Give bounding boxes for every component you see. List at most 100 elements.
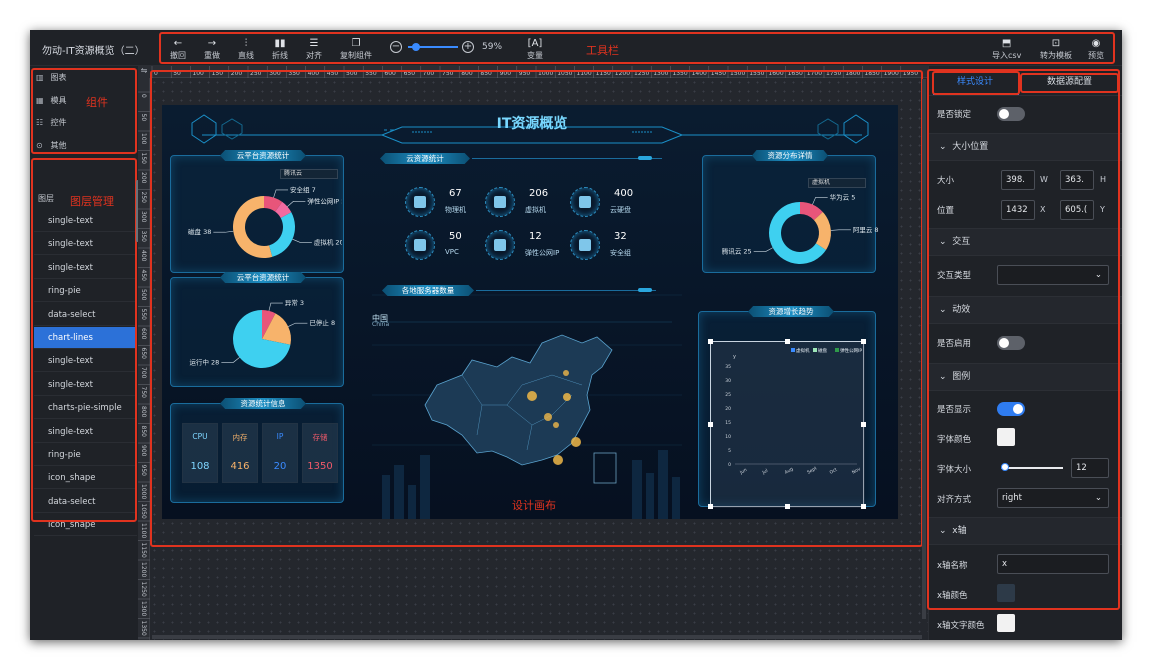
layer-item[interactable]: icon_shape <box>34 467 137 490</box>
align-select[interactable]: right ⌄ <box>997 488 1109 508</box>
y-tick-label: 35 <box>725 364 731 370</box>
info-cell-ip: IP 20 <box>262 423 298 483</box>
ruler-corner-icon[interactable]: ⇋ <box>138 66 150 78</box>
component-chart[interactable]: ▥ 图表 <box>36 72 67 83</box>
font-color-swatch[interactable] <box>997 428 1015 446</box>
layer-item[interactable]: single-text <box>34 350 137 373</box>
show-label: 是否显示 <box>937 405 972 415</box>
layer-item[interactable]: chart-lines <box>34 327 137 349</box>
app-title: 勿动-IT资源概览（二） <box>42 46 145 57</box>
stat-label: 安全组 <box>610 249 631 257</box>
simple-pie-chart: 异常 3 已停止 8 运行中 28 <box>189 298 335 368</box>
ruler-tick-label: 100 <box>192 70 204 77</box>
redo-button[interactable]: → 重做 <box>204 38 220 61</box>
xaxis-text-color-swatch[interactable] <box>997 614 1015 632</box>
align-button[interactable]: ☰ 对齐 <box>306 38 322 61</box>
component-control[interactable]: ☷ 控件 <box>36 117 67 128</box>
zoom-slider-handle[interactable] <box>412 43 420 51</box>
pie-label-line <box>273 189 289 198</box>
section-size-position[interactable]: ⌄ 大小位置 <box>929 133 1122 161</box>
zoom-in-icon[interactable]: + <box>462 41 474 53</box>
height-input[interactable]: 363. <box>1060 170 1094 190</box>
tab-style-design[interactable]: 样式设计 <box>957 74 993 87</box>
ruler-tick-label: 250 <box>140 192 147 204</box>
xaxis-name-label: x轴名称 <box>937 561 968 571</box>
font-size-slider-handle[interactable] <box>1000 463 1009 471</box>
resize-handle[interactable] <box>785 339 790 344</box>
stat-value: 50 <box>449 231 462 242</box>
line-button[interactable]: ⫶ 直线 <box>238 38 254 61</box>
section-xaxis[interactable]: ⌄ x轴 <box>929 517 1122 545</box>
to-template-button[interactable]: ⊡ 转为模板 <box>1040 38 1072 61</box>
layer-item[interactable]: single-text <box>34 257 137 279</box>
selected-chart-lines[interactable]: 0 5 10 15 20 25 30 35 y Jun Jul Aug Sept Oct Nov 虚拟机 磁盘弹… <box>708 339 866 509</box>
stat-vpc: 50 VPC <box>405 230 485 260</box>
interaction-type-select[interactable]: ⌄ <box>997 265 1109 285</box>
dashboard-preview[interactable]: IT资源概览 云平台资源统计 腾讯云 安全组 7 弹性公网IP 5 虚拟机 20 磁盘… <box>162 105 898 519</box>
locked-toggle[interactable] <box>997 107 1025 121</box>
chevron-down-icon: ⌄ <box>1094 270 1102 280</box>
xaxis-name-input[interactable]: x <box>997 554 1109 574</box>
layer-item[interactable]: ring-pie <box>34 444 137 466</box>
resize-handle[interactable] <box>708 504 713 509</box>
resize-handle[interactable] <box>708 339 713 344</box>
ruler-tick-label: 400 <box>140 250 147 262</box>
import-csv-button[interactable]: ⬒ 导入csv <box>992 38 1021 61</box>
layer-item[interactable]: data-select <box>34 491 137 513</box>
size-label: 大小 <box>937 176 955 186</box>
resize-handle[interactable] <box>861 422 866 427</box>
section-animation[interactable]: ⌄ 动效 <box>929 296 1122 324</box>
stat-label: 物理机 <box>445 206 466 214</box>
resize-handle[interactable] <box>785 504 790 509</box>
ruler-tick-label: 650 <box>140 348 147 360</box>
y-tick-label: 20 <box>725 406 731 412</box>
canvas-v-scrollbar[interactable] <box>922 79 926 619</box>
chevron-down-icon: ⌄ <box>939 142 947 152</box>
layer-item[interactable]: single-text <box>34 374 137 396</box>
font-size-slider[interactable] <box>1001 467 1063 469</box>
stat-physical: 67 物理机 <box>405 187 485 217</box>
layer-item[interactable]: data-select <box>34 304 137 326</box>
layer-item[interactable]: charts-pie-simple <box>34 397 137 420</box>
polyline-button[interactable]: ▮▮ 折线 <box>272 38 288 61</box>
component-other[interactable]: ⊙ 其他 <box>36 140 67 151</box>
copy-icon: ❐ <box>351 38 361 49</box>
tab-data-source[interactable]: 数据源配置 <box>1047 74 1092 87</box>
legend-show-toggle[interactable] <box>997 402 1025 416</box>
ruler-tick-label: 1850 <box>864 70 879 77</box>
width-input[interactable]: 398. <box>1001 170 1035 190</box>
component-control-label: 控件 <box>50 118 67 127</box>
ruler-tick-label: 1350 <box>672 70 687 77</box>
animation-toggle[interactable] <box>997 336 1025 350</box>
variable-button[interactable]: [A] 变量 <box>527 38 543 61</box>
chevron-down-icon: ⌄ <box>939 305 947 315</box>
layer-item[interactable]: single-text <box>34 421 137 443</box>
cloud-icon <box>405 230 435 260</box>
copy-component-button[interactable]: ❐ 复制组件 <box>340 38 372 61</box>
layer-item[interactable]: icon_shape <box>34 514 137 537</box>
layer-item[interactable]: ring-pie <box>34 280 137 303</box>
section-interaction[interactable]: ⌄ 交互 <box>929 228 1122 256</box>
x-input[interactable]: 1432 <box>1001 200 1035 220</box>
undo-button[interactable]: ← 撤回 <box>170 38 186 61</box>
ruler-tick-label: 300 <box>140 211 147 223</box>
preview-button[interactable]: ◉ 预览 <box>1088 38 1104 61</box>
resize-handle[interactable] <box>708 422 713 427</box>
stat-eip: 12 弹性公网IP <box>485 230 565 260</box>
ruler-tick-label: 1800 <box>845 70 860 77</box>
layer-item[interactable]: single-text <box>34 233 137 256</box>
canvas-h-scrollbar[interactable] <box>152 635 922 639</box>
resize-handle[interactable] <box>861 504 866 509</box>
layer-item[interactable]: single-text <box>34 210 137 232</box>
section-legend[interactable]: ⌄ 图例 <box>929 363 1122 391</box>
line-label: 直线 <box>238 51 254 60</box>
resize-handle[interactable] <box>861 339 866 344</box>
font-size-input[interactable]: 12 <box>1071 458 1109 478</box>
y-input[interactable]: 605.( <box>1060 200 1094 220</box>
position-label: 位置 <box>937 206 955 216</box>
ruler-tick-label: 750 <box>442 70 454 77</box>
y-axis-label: y <box>733 354 736 360</box>
component-mold[interactable]: ▦ 模具 <box>36 95 67 106</box>
zoom-out-icon[interactable]: − <box>390 41 402 53</box>
xaxis-color-swatch[interactable] <box>997 584 1015 602</box>
